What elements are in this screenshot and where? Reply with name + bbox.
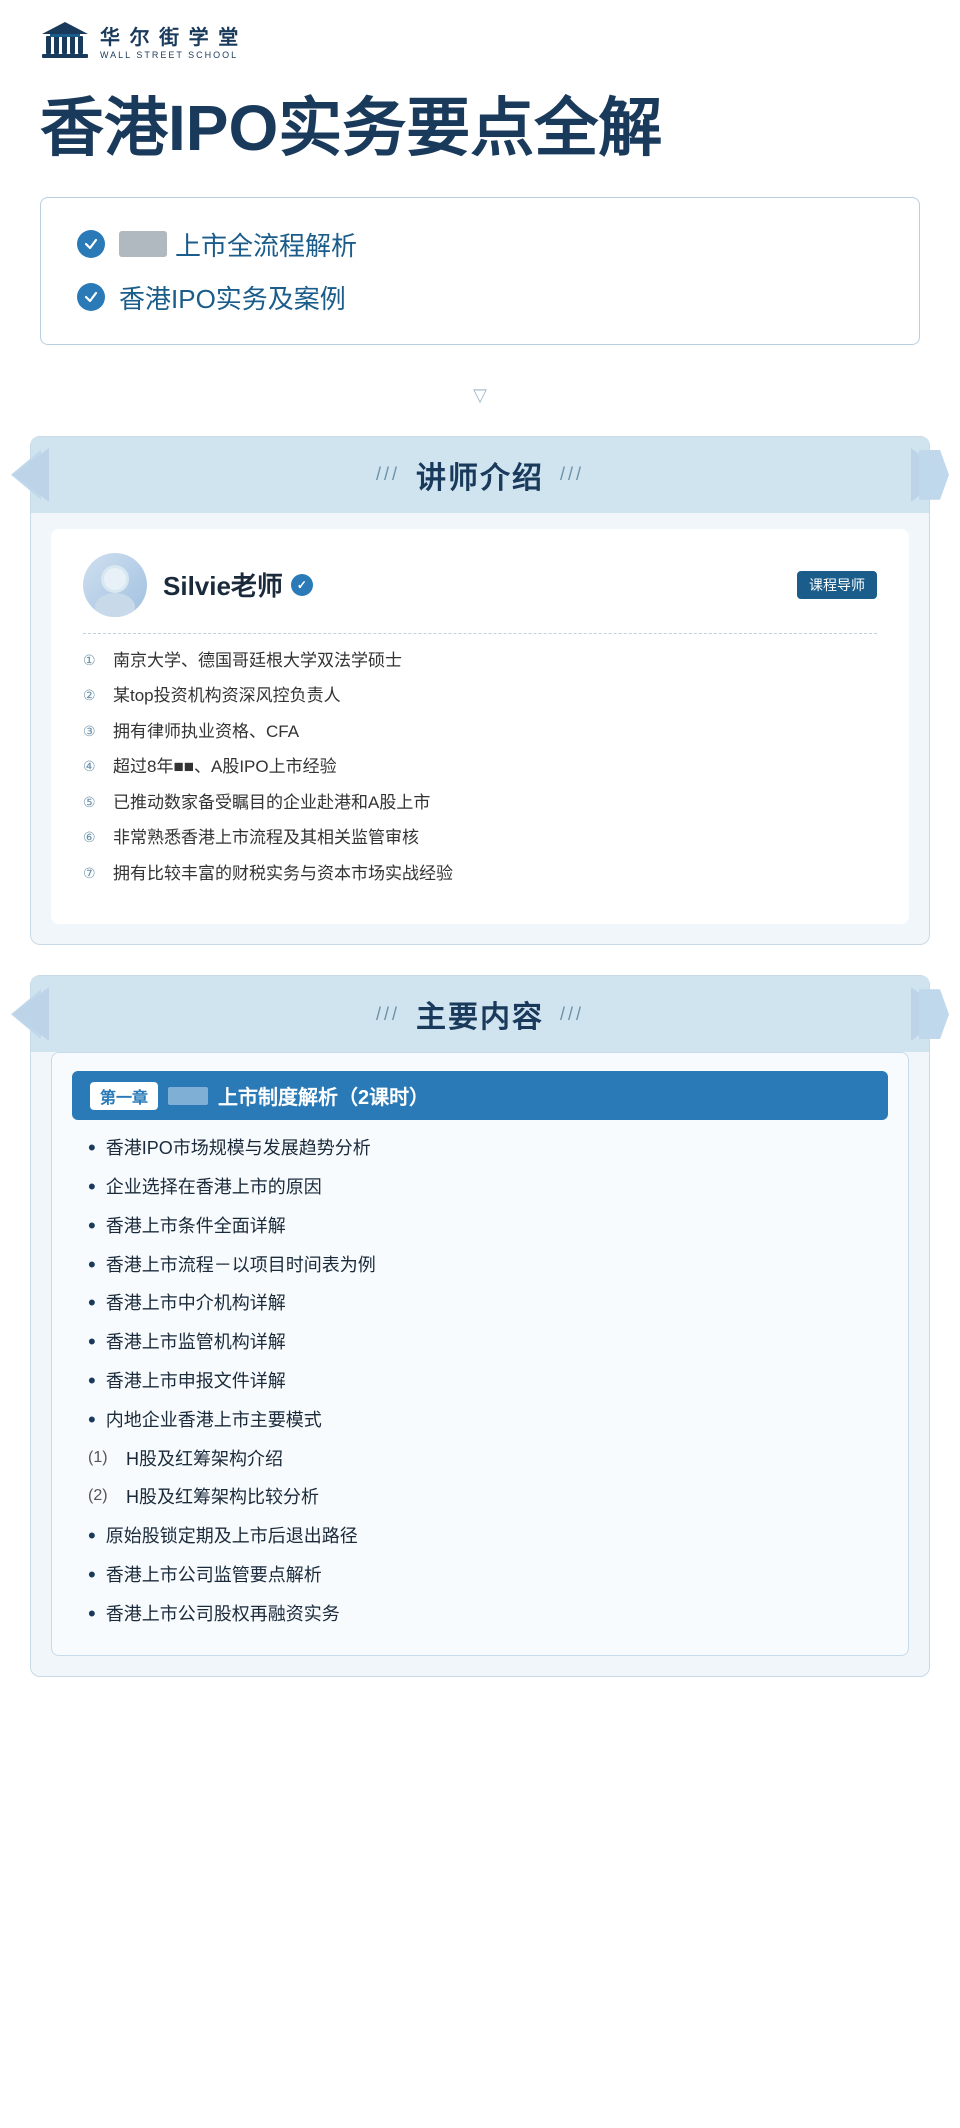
info-text-1: 上市全流程解析 [119, 226, 357, 263]
teacher-info: Silvie老师 ✓ [83, 553, 313, 617]
content-ribbon: /// 主要内容 /// [31, 976, 929, 1052]
logo: 华 尔 街 学 堂 WALL STREET SCHOOL [40, 20, 240, 60]
content-ribbon-left [13, 987, 49, 1041]
content-ribbon-slashes-left: /// [376, 1004, 400, 1025]
chapter-1-heading: 第一章 上市制度解析（2课时） [72, 1071, 888, 1120]
content-ribbon-slashes-right: /// [560, 1004, 584, 1025]
list-item: •香港上市公司股权再融资实务 [88, 1600, 888, 1629]
teacher-list: ①南京大学、德国哥廷根大学双法学硕士 ②某top投资机构资深风控负责人 ③拥有律… [83, 648, 877, 887]
info-item-2: 香港IPO实务及案例 [77, 279, 883, 316]
content-ribbon-right [911, 987, 947, 1041]
logo-chinese: 华 尔 街 学 堂 [100, 21, 240, 50]
divider [83, 633, 877, 634]
sub-item-2: (2)H股及红筹架构比较分析 [88, 1483, 888, 1512]
list-item: ①南京大学、德国哥廷根大学双法学硕士 [83, 648, 877, 674]
header: 华 尔 街 学 堂 WALL STREET SCHOOL [0, 0, 960, 70]
list-item: ②某top投资机构资深风控负责人 [83, 683, 877, 709]
list-item: •香港上市条件全面详解 [88, 1212, 888, 1241]
chapter-tag: 第一章 [90, 1082, 158, 1110]
chapter-1-sub-list: (1)H股及红筹架构介绍 (2)H股及红筹架构比较分析 [52, 1445, 908, 1513]
teacher-header: Silvie老师 ✓ 课程导师 [83, 553, 877, 617]
avatar-icon [88, 553, 142, 617]
logo-icon [40, 20, 90, 60]
check-icon-1 [77, 230, 105, 258]
list-item: ⑤已推动数家备受瞩目的企业赴港和A股上市 [83, 790, 877, 816]
ribbon-left-wing [13, 448, 49, 502]
logo-english: WALL STREET SCHOOL [100, 50, 240, 60]
chapter-title: 上市制度解析（2课时） [218, 1081, 429, 1110]
chapter-1-container: 第一章 上市制度解析（2课时） •香港IPO市场规模与发展趋势分析 •企业选择在… [51, 1052, 909, 1655]
blurred-1 [119, 231, 167, 257]
avatar [83, 553, 147, 617]
list-item: •香港上市申报文件详解 [88, 1367, 888, 1396]
list-item: •香港上市监管机构详解 [88, 1328, 888, 1357]
chapter-blurred [168, 1087, 208, 1105]
teacher-badge: 课程导师 [797, 571, 877, 599]
teacher-content: Silvie老师 ✓ 课程导师 ①南京大学、德国哥廷根大学双法学硕士 ②某top… [51, 529, 909, 925]
list-item: •香港上市流程－以项目时间表为例 [88, 1251, 888, 1280]
ribbon-slashes-right: /// [560, 464, 584, 485]
teacher-name: Silvie老师 ✓ [163, 566, 313, 603]
info-box: 上市全流程解析 香港IPO实务及案例 [40, 197, 920, 345]
teacher-ribbon-label: 讲师介绍 [416, 453, 544, 497]
list-item: •企业选择在香港上市的原因 [88, 1173, 888, 1202]
teacher-section-card: /// 讲师介绍 /// [30, 436, 930, 946]
list-item: •原始股锁定期及上市后退出路径 [88, 1522, 888, 1551]
chapter-1-bullet-list: •香港IPO市场规模与发展趋势分析 •企业选择在香港上市的原因 •香港上市条件全… [52, 1134, 908, 1434]
content-ribbon-label: 主要内容 [416, 992, 544, 1036]
arrow-divider: ▽ [0, 365, 960, 426]
main-title-area: 香港IPO实务要点全解 [0, 70, 960, 197]
list-item: •香港上市公司监管要点解析 [88, 1561, 888, 1590]
ribbon-slashes-left: /// [376, 464, 400, 485]
content-section-card: /// 主要内容 /// 第一章 上市制度解析（2课时） •香港IPO市场规模与… [30, 975, 930, 1676]
sub-item-1: (1)H股及红筹架构介绍 [88, 1445, 888, 1474]
verified-icon: ✓ [291, 574, 313, 596]
list-item: ④超过8年■■、A股IPO上市经验 [83, 754, 877, 780]
teacher-name-block: Silvie老师 ✓ [163, 566, 313, 603]
chapter-1-bullet-list-2: •原始股锁定期及上市后退出路径 •香港上市公司监管要点解析 •香港上市公司股权再… [52, 1522, 908, 1628]
info-text-2: 香港IPO实务及案例 [119, 279, 346, 316]
info-item-1: 上市全流程解析 [77, 226, 883, 263]
ribbon-right-wing [911, 448, 947, 502]
list-item: ⑦拥有比较丰富的财税实务与资本市场实战经验 [83, 861, 877, 887]
list-item: •香港上市中介机构详解 [88, 1289, 888, 1318]
teacher-ribbon: /// 讲师介绍 /// [31, 437, 929, 513]
main-title: 香港IPO实务要点全解 [40, 90, 920, 167]
list-item: ⑥非常熟悉香港上市流程及其相关监管审核 [83, 825, 877, 851]
list-item: •香港IPO市场规模与发展趋势分析 [88, 1134, 888, 1163]
list-item: ③拥有律师执业资格、CFA [83, 719, 877, 745]
logo-text: 华 尔 街 学 堂 WALL STREET SCHOOL [100, 21, 240, 60]
list-item: •内地企业香港上市主要模式 [88, 1406, 888, 1435]
check-icon-2 [77, 283, 105, 311]
